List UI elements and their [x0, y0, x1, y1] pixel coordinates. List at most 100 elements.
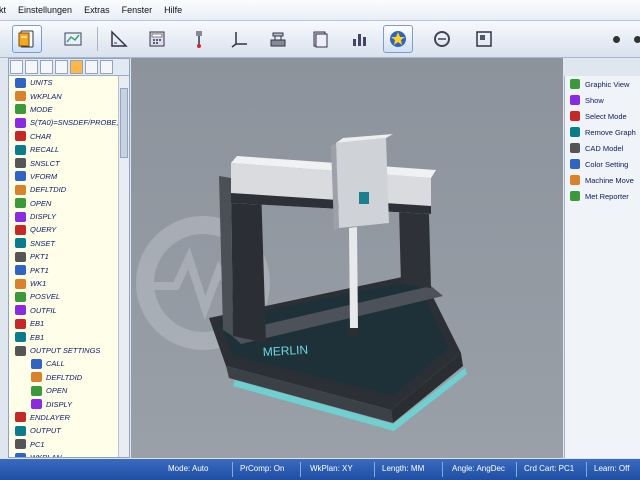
panel-tab-4[interactable] — [55, 60, 68, 74]
command-item[interactable]: CHAR — [9, 130, 118, 143]
select-mode-icon — [570, 111, 580, 121]
menu-file[interactable]: ekt — [0, 5, 12, 15]
command-item[interactable]: DISPLY — [9, 397, 118, 410]
menu-help[interactable]: Hilfe — [158, 5, 188, 15]
command-item[interactable]: QUERY — [9, 223, 118, 236]
panel-tab-5[interactable] — [70, 60, 83, 74]
graphic-menu-item[interactable]: Select Mode — [565, 108, 640, 124]
graphic-menu-item[interactable]: Color Setting — [565, 156, 640, 172]
command-item[interactable]: DEFLTDID — [9, 183, 118, 196]
command-item[interactable]: MODE — [9, 103, 118, 116]
graphic-menu-label: Select Mode — [585, 111, 627, 121]
command-label: OUTPUT — [30, 426, 61, 436]
units-icon — [15, 77, 26, 88]
output-icon — [15, 425, 26, 436]
command-item[interactable]: UNITS — [9, 76, 118, 89]
command-label: OPEN — [46, 386, 68, 396]
workplane-icon — [15, 452, 26, 457]
call-icon — [31, 358, 42, 369]
logo-icon — [359, 192, 369, 204]
open-icon — [31, 385, 42, 396]
command-label: CHAR — [30, 131, 52, 141]
command-item[interactable]: CALL — [9, 357, 118, 370]
status-bar: Mode: Auto PrComp: On WkPlan: XY Length:… — [0, 459, 640, 480]
graphic-menu-item[interactable]: Machine Move — [565, 172, 640, 188]
report-button[interactable] — [427, 25, 457, 53]
command-label: S(TA0)=SNSDEF/PROBE, — [30, 118, 119, 128]
graphic-menu-item[interactable]: Met Reporter — [565, 188, 640, 204]
command-item[interactable]: ENDLAYER — [9, 411, 118, 424]
recall-icon — [15, 144, 26, 155]
statistics-button[interactable] — [345, 25, 375, 53]
status-length: Length: MM — [382, 464, 425, 473]
frame-button[interactable] — [469, 25, 499, 53]
panel-tab-7[interactable] — [100, 60, 113, 74]
editor-button[interactable] — [58, 25, 88, 53]
met-reporter-icon — [570, 191, 580, 201]
graphics-button[interactable] — [383, 25, 413, 53]
calculator-button[interactable] — [142, 25, 172, 53]
coordinate-button[interactable] — [225, 25, 255, 53]
command-item[interactable]: EB1 — [9, 317, 118, 330]
point-icon — [15, 251, 26, 262]
workpiece-icon — [15, 278, 26, 289]
command-item[interactable]: POSVEL — [9, 290, 118, 303]
command-item[interactable]: OPEN — [9, 197, 118, 210]
output-settings-icon — [15, 345, 26, 356]
frame-icon — [476, 31, 492, 47]
command-item[interactable]: OPEN — [9, 384, 118, 397]
command-item[interactable]: S(TA0)=SNSDEF/PROBE, — [9, 116, 118, 129]
command-label: SNSET — [30, 238, 56, 248]
status-angle: Angle: AngDec — [452, 464, 505, 473]
program-button[interactable] — [12, 25, 42, 53]
graphic-menu-item[interactable]: Graphic View — [565, 76, 640, 92]
command-item[interactable]: VFORM — [9, 170, 118, 183]
machine-button[interactable] — [263, 25, 293, 53]
command-label: DISPLY — [30, 212, 56, 222]
probe-button[interactable] — [184, 25, 214, 53]
sensor-set-icon — [15, 238, 26, 249]
graphic-menu-item[interactable]: Show — [565, 92, 640, 108]
query-icon — [15, 224, 26, 235]
panel-tab-2[interactable] — [25, 60, 38, 74]
command-item[interactable]: WKPLAN — [9, 89, 118, 102]
status-learn: Learn: Off — [594, 464, 630, 473]
panel-tab-6[interactable] — [85, 60, 98, 74]
command-item[interactable]: DISPLY — [9, 210, 118, 223]
graphic-menu-item[interactable]: Remove Graph — [565, 124, 640, 140]
folder-button[interactable] — [305, 25, 335, 53]
panel-tab-3[interactable] — [40, 60, 53, 74]
command-item[interactable]: WK1 — [9, 277, 118, 290]
display-icon — [31, 399, 42, 410]
command-item[interactable]: OUTFIL — [9, 304, 118, 317]
command-item[interactable]: RECALL — [9, 143, 118, 156]
graphic-menu-item[interactable]: CAD Model — [565, 140, 640, 156]
color-setting-icon — [570, 159, 580, 169]
command-item[interactable]: WKPLAN — [9, 451, 118, 457]
command-item[interactable]: SNSLCT — [9, 156, 118, 169]
command-label: ENDLAYER — [30, 412, 70, 422]
menu-settings[interactable]: Einstellungen — [12, 5, 78, 15]
graphic-menu-label: Color Setting — [585, 159, 629, 169]
menu-window[interactable]: Fenster — [116, 5, 159, 15]
geometry-button[interactable] — [104, 25, 134, 53]
command-item[interactable]: OUTPUT — [9, 424, 118, 437]
command-item[interactable]: EB1 — [9, 330, 118, 343]
command-item[interactable]: SNSET — [9, 237, 118, 250]
command-item[interactable]: PKT1 — [9, 250, 118, 263]
menu-extras[interactable]: Extras — [78, 5, 116, 15]
display-icon — [15, 211, 26, 222]
status-wkplan: WkPlan: XY — [310, 464, 353, 473]
command-label: CALL — [46, 359, 65, 369]
command-list-scrollbar[interactable] — [118, 76, 129, 457]
scrollbar-thumb[interactable] — [120, 88, 128, 158]
sensor-select-icon — [15, 158, 26, 169]
command-label: DEFLTDID — [46, 372, 83, 382]
command-item[interactable]: OUTPUT SETTINGS — [9, 344, 118, 357]
graphic-viewport[interactable]: MERLIN — [131, 58, 563, 458]
panel-tab-1[interactable] — [10, 60, 23, 74]
star-globe-icon — [390, 31, 406, 47]
command-item[interactable]: DEFLTDID — [9, 371, 118, 384]
command-item[interactable]: PC1 — [9, 438, 118, 451]
command-item[interactable]: PKT1 — [9, 263, 118, 276]
